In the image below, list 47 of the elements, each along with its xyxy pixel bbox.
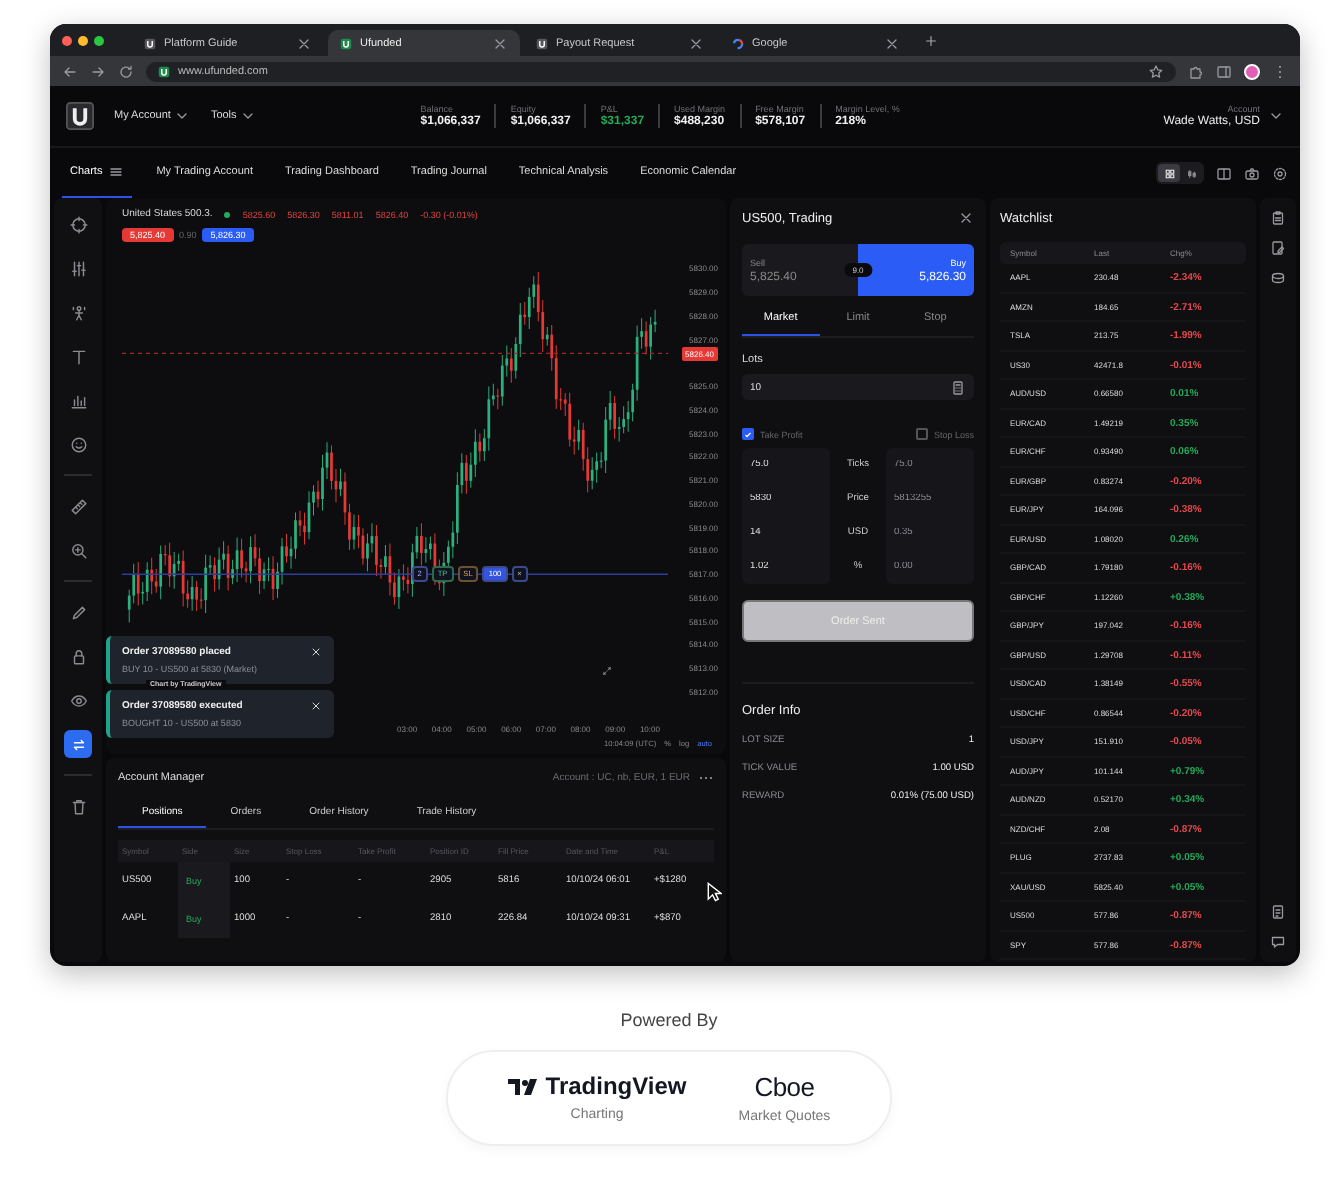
ring-icon	[732, 37, 744, 49]
grid-layout-toggle[interactable]	[1158, 164, 1180, 182]
database-icon[interactable]	[1270, 270, 1286, 286]
side-panel-icon[interactable]	[1216, 63, 1232, 79]
site-icon	[158, 65, 170, 77]
columns-icon[interactable]	[1216, 165, 1232, 181]
reload-icon[interactable]	[118, 63, 134, 79]
chevron-down-icon[interactable]	[240, 108, 257, 124]
settings-icon[interactable]	[1272, 165, 1288, 181]
logo-mark-icon	[507, 1077, 540, 1095]
bookmark-star-icon[interactable]	[1148, 63, 1164, 79]
menu-icon[interactable]	[108, 164, 125, 180]
swap-icon[interactable]	[64, 730, 92, 758]
close-window-dot[interactable]	[62, 35, 72, 45]
back-icon[interactable]	[62, 63, 78, 79]
chat-icon[interactable]	[1270, 934, 1286, 950]
logo-icon[interactable]	[66, 102, 94, 130]
new-tab-icon[interactable]	[924, 33, 938, 47]
calculator-icon[interactable]	[950, 379, 966, 395]
order-line[interactable]	[122, 573, 668, 576]
maximize-window-dot[interactable]	[94, 35, 104, 45]
checkbox[interactable]	[742, 428, 754, 440]
profile-avatar[interactable]	[1244, 63, 1260, 79]
close-icon[interactable]	[688, 35, 704, 51]
site-icon	[144, 37, 156, 49]
grid-icon[interactable]	[1163, 167, 1175, 179]
powered-by-label: Powered By	[620, 1010, 718, 1030]
checkbox[interactable]	[915, 428, 928, 440]
edit-document-icon[interactable]	[1270, 240, 1286, 256]
clipboard-icon[interactable]	[1270, 210, 1286, 226]
camera-icon[interactable]	[1244, 165, 1260, 181]
close-icon[interactable]	[958, 210, 974, 226]
minimize-window-dot[interactable]	[78, 35, 88, 45]
partner-logo: TradingView	[545, 1072, 687, 1100]
status-dot	[224, 211, 231, 217]
chevron-down-icon[interactable]	[1268, 108, 1284, 124]
close-icon[interactable]	[296, 35, 312, 51]
site-icon	[536, 37, 548, 49]
partner-logo: Cboe	[754, 1072, 815, 1102]
expand-icon[interactable]	[602, 666, 612, 676]
close-icon[interactable]	[884, 35, 900, 51]
extensions-icon[interactable]	[1188, 63, 1204, 79]
site-icon	[340, 37, 352, 49]
document-icon[interactable]	[1270, 904, 1286, 920]
candles-icon[interactable]	[1185, 167, 1197, 179]
chevron-down-icon[interactable]	[174, 108, 191, 124]
forward-icon[interactable]	[90, 63, 106, 79]
